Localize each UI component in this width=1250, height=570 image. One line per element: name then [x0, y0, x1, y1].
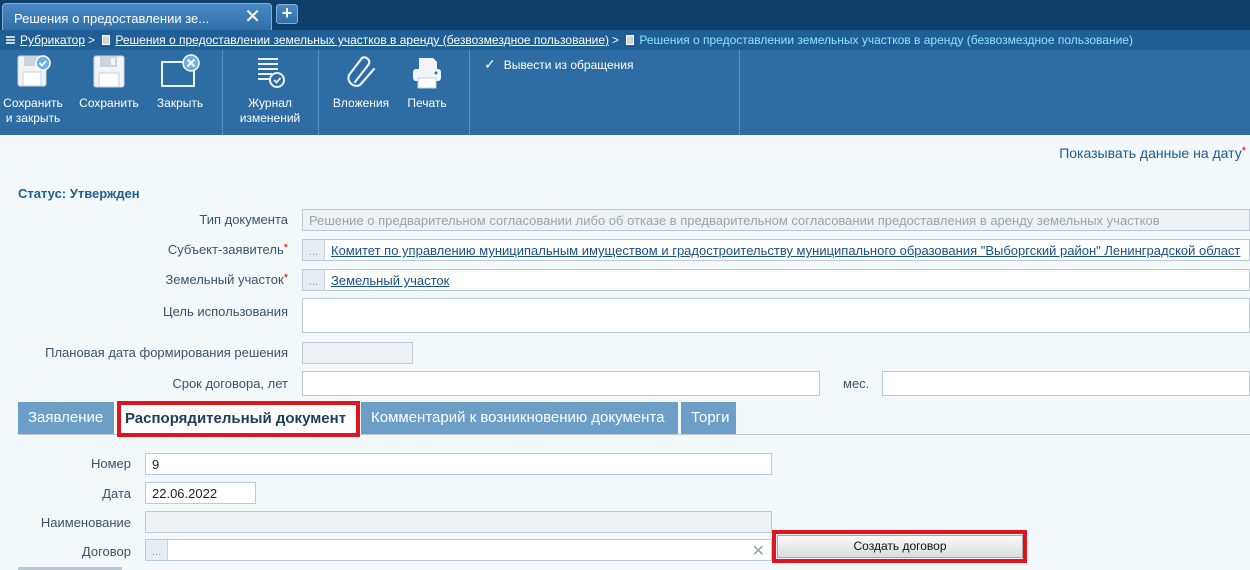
status-label: Статус: Утвержден	[18, 186, 140, 201]
tab-order-document[interactable]: Распорядительный документ	[118, 402, 358, 434]
contract-label: Договор	[81, 544, 131, 559]
required-marker: *	[283, 272, 288, 284]
floppy-disk-icon	[91, 54, 127, 90]
change-journal-label-1: Журнал	[248, 96, 292, 110]
clear-icon[interactable]: ✕	[752, 541, 765, 560]
change-journal-label-2: изменений	[239, 111, 301, 125]
land-plot-field[interactable]: ... Земельный участок	[302, 269, 1250, 291]
purpose-label: Цель использования	[162, 304, 288, 319]
planned-date-field	[302, 342, 413, 364]
land-plot-picker-button[interactable]: ...	[303, 270, 325, 290]
term-years-label: Срок договора, лет	[172, 376, 288, 391]
document-icon	[626, 35, 635, 45]
applicant-label: Субъект-заявитель*	[168, 242, 288, 257]
breadcrumb-current: Решения о предоставлении земельных участ…	[639, 33, 1133, 47]
save-and-close-label-2: и закрыть	[5, 111, 61, 125]
applicant-field[interactable]: ... Комитет по управлению муниципальным …	[302, 239, 1250, 261]
printer-icon	[409, 54, 445, 90]
term-months-field[interactable]	[882, 371, 1250, 396]
toolbar-separator	[739, 50, 740, 135]
contract-picker-button[interactable]: ...	[146, 540, 168, 560]
attachments-button[interactable]: Вложения	[331, 54, 391, 111]
applicant-link[interactable]: Комитет по управлению муниципальным имущ…	[331, 243, 1240, 258]
document-icon	[102, 35, 111, 45]
toolbar-separator	[469, 50, 470, 135]
land-plot-label-text: Земельный участок	[165, 272, 284, 287]
name-label: Наименование	[40, 515, 131, 530]
term-months-label: мес.	[843, 376, 870, 391]
tab-bar-underline	[18, 434, 1250, 435]
breadcrumb-separator: >	[88, 33, 96, 47]
number-label: Номер	[90, 456, 131, 471]
attachments-label: Вложения	[332, 96, 390, 110]
tab-application[interactable]: Заявление	[18, 402, 114, 434]
window-tab-strip: Решения о предоставлении зе... ✕ +	[0, 0, 1250, 30]
land-plot-link[interactable]: Земельный участок	[331, 273, 449, 288]
number-field[interactable]: 9	[145, 453, 772, 475]
tab-auction[interactable]: Торги	[681, 402, 736, 434]
close-button[interactable]: Закрыть	[153, 54, 207, 111]
contract-field[interactable]: ... ✕	[145, 539, 772, 561]
toolbar-separator	[318, 50, 319, 135]
print-label: Печать	[407, 96, 447, 110]
doc-type-field: Решение о предварительном согласовании л…	[302, 209, 1250, 231]
new-tab-button[interactable]: +	[276, 4, 298, 24]
save-button[interactable]: Сохранить	[77, 54, 141, 111]
save-and-close-label-1: Сохранить	[3, 96, 63, 110]
planned-date-label: Плановая дата формирования решения	[45, 345, 288, 360]
save-and-close-button[interactable]: Сохранить и закрыть	[2, 54, 64, 126]
rubricator-icon	[6, 36, 15, 45]
required-marker: *	[283, 242, 288, 254]
date-field[interactable]: 22.06.2022	[145, 482, 256, 504]
tab-comment[interactable]: Комментарий к возникновению документа	[361, 402, 678, 434]
print-button[interactable]: Печать	[403, 54, 451, 111]
window-close-icon	[160, 54, 200, 90]
toolbar: Сохранить и закрыть Сохранить Закрыть Жу…	[0, 50, 1250, 135]
breadcrumb-separator: >	[612, 33, 620, 47]
close-label: Закрыть	[156, 96, 204, 110]
create-contract-button[interactable]: Создать договор	[777, 535, 1023, 558]
applicant-label-text: Субъект-заявитель	[167, 242, 284, 257]
close-tab-icon[interactable]: ✕	[244, 7, 261, 27]
withdraw-from-circulation-toggle[interactable]: ✓ Вывести из обращения	[484, 56, 633, 73]
save-check-icon	[15, 54, 51, 90]
term-years-field[interactable]	[302, 371, 820, 396]
paperclip-icon	[343, 54, 379, 90]
show-data-on-date-link[interactable]: Показывать данные на дату*	[1059, 145, 1246, 161]
document-tab[interactable]: Решения о предоставлении зе... ✕	[2, 3, 272, 30]
name-field	[145, 511, 772, 533]
breadcrumb-decisions-list[interactable]: Решения о предоставлении земельных участ…	[115, 33, 609, 47]
checkmark-icon: ✓	[484, 56, 496, 72]
document-tab-title: Решения о предоставлении зе...	[14, 11, 210, 26]
breadcrumb-rubricator[interactable]: Рубрикатор	[20, 33, 85, 47]
toolbar-separator	[222, 50, 223, 135]
save-label: Сохранить	[79, 96, 139, 110]
doc-type-label: Тип документа	[199, 212, 288, 227]
date-label: Дата	[102, 486, 131, 501]
form-content: Показывать данные на дату* Статус: Утвер…	[0, 135, 1250, 570]
show-data-on-date-label: Показывать данные на дату	[1059, 145, 1242, 161]
purpose-field[interactable]	[302, 298, 1250, 333]
withdraw-label: Вывести из обращения	[503, 58, 634, 72]
land-plot-label: Земельный участок*	[165, 272, 288, 287]
breadcrumb: Рубрикатор > Решения о предоставлении зем…	[0, 30, 1250, 50]
applicant-picker-button[interactable]: ...	[303, 240, 325, 260]
change-journal-icon	[252, 54, 288, 90]
required-marker: *	[1241, 145, 1246, 157]
change-journal-button[interactable]: Журнал изменений	[234, 54, 306, 126]
